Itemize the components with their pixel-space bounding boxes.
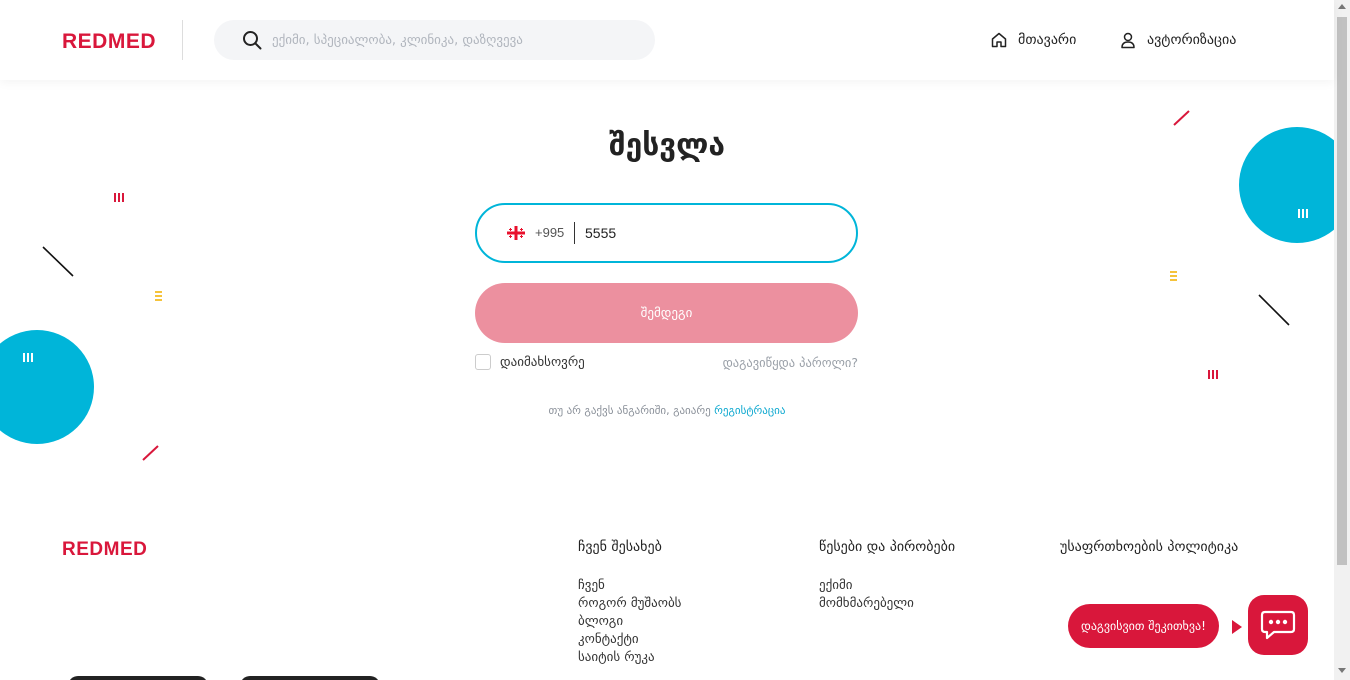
footer-logo[interactable]: REDMED — [62, 539, 147, 561]
decor-bars-red-2 — [1208, 370, 1218, 379]
next-button[interactable]: შემდეგი — [475, 283, 858, 343]
scroll-up-arrow-icon[interactable] — [1338, 4, 1346, 9]
nav-login-label: ავტორიზაცია — [1147, 32, 1237, 48]
scrollbar[interactable] — [1334, 0, 1350, 680]
forgot-password-link[interactable]: დაგავიწყდა პაროლი? — [680, 355, 858, 370]
footer-col-title: წესები და პირობები — [819, 539, 956, 555]
decor-bars-yellow-1 — [155, 291, 162, 301]
footer-link[interactable]: ექიმი — [819, 577, 955, 595]
phone-field[interactable]: +995 — [475, 203, 858, 263]
register-line: თუ არ გაქვს ანგარიში, გაიარე რეგისტრაცია — [0, 404, 1334, 417]
remember-checkbox[interactable] — [475, 354, 491, 370]
header-divider — [182, 20, 183, 60]
footer-col-title: ჩვენ შესახებ — [578, 539, 662, 555]
footer-link[interactable]: მომხმარებელი — [819, 595, 955, 613]
chat-button[interactable] — [1248, 595, 1308, 655]
search-bar[interactable] — [214, 20, 655, 60]
scrollbar-thumb[interactable] — [1337, 17, 1347, 565]
footer-link[interactable]: ბლოგი — [578, 613, 681, 631]
chat-prompt-tail — [1232, 620, 1242, 634]
search-input[interactable] — [272, 20, 642, 60]
footer-link[interactable]: საიტის რუკა — [578, 649, 681, 667]
remember-label: დაიმახსოვრე — [500, 354, 585, 370]
phone-separator — [574, 222, 575, 244]
register-text: თუ არ გაქვს ანგარიში, გაიარე — [548, 404, 715, 417]
footer-link[interactable]: ჩვენ — [578, 577, 681, 595]
page-title: შესვლა — [608, 128, 726, 163]
header: REDMED მთავარი ავტორიზაცია — [0, 0, 1334, 80]
decor-bars-red-1 — [114, 193, 124, 202]
country-code[interactable]: +995 — [535, 225, 564, 240]
footer-link[interactable]: კონტაქტი — [578, 631, 681, 649]
scroll-down-arrow-icon[interactable] — [1338, 668, 1346, 673]
nav-home[interactable]: მთავარი — [990, 29, 1076, 51]
footer-link[interactable]: როგორ მუშაობს — [578, 595, 681, 613]
footer-col-security: უსაფრთხოების პოლიტიკა — [1060, 539, 1238, 577]
app-store-badge[interactable] — [68, 676, 208, 680]
register-link[interactable]: რეგისტრაცია — [714, 404, 785, 417]
chat-prompt[interactable]: დაგვისვით შეკითხვა! — [1068, 604, 1219, 648]
chat-icon — [1260, 610, 1296, 640]
nav-home-label: მთავარი — [1018, 32, 1077, 48]
georgia-flag-icon[interactable] — [507, 226, 525, 240]
home-icon — [991, 32, 1007, 48]
logo[interactable]: REDMED — [62, 30, 156, 54]
user-icon — [1121, 32, 1135, 49]
google-play-badge[interactable] — [240, 676, 380, 680]
footer-col-about: ჩვენ შესახებ ჩვენ როგორ მუშაობს ბლოგი კო… — [578, 539, 681, 667]
remember-me[interactable]: დაიმახსოვრე — [475, 354, 585, 370]
decor-bars-yellow-2 — [1170, 271, 1177, 281]
footer-col-terms: წესები და პირობები ექიმი მომხმარებელი — [819, 539, 955, 613]
search-icon[interactable] — [242, 30, 262, 50]
nav-login[interactable]: ავტორიზაცია — [1119, 29, 1236, 51]
footer-col-title[interactable]: უსაფრთხოების პოლიტიკა — [1060, 539, 1238, 555]
phone-input[interactable] — [585, 219, 835, 247]
